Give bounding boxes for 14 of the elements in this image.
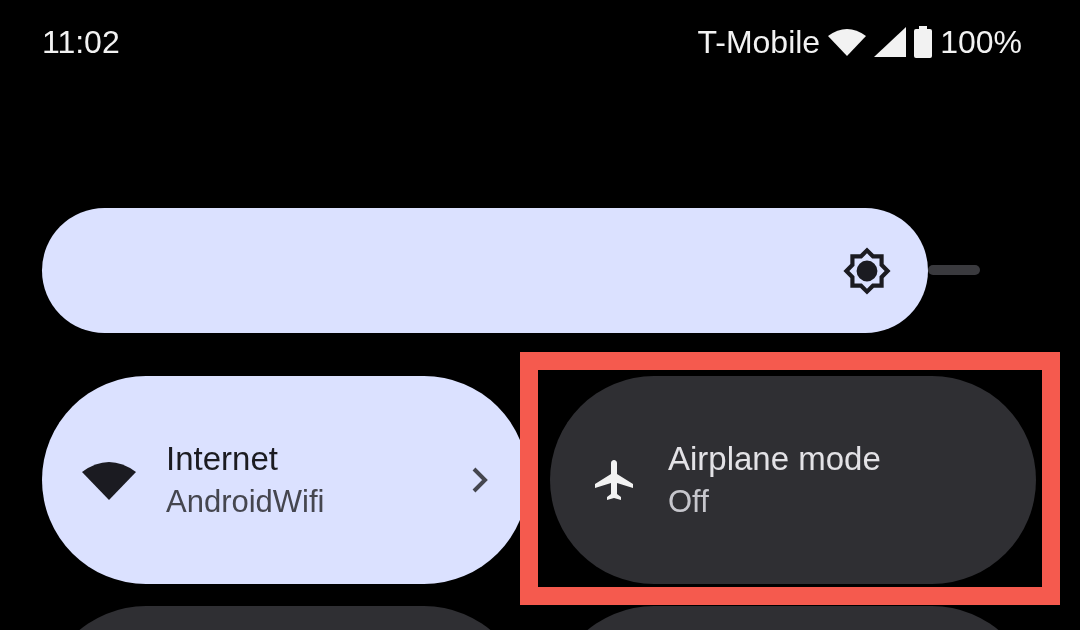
- quick-setting-tile[interactable]: Airplane mode Off: [550, 376, 1036, 584]
- wifi-icon: [828, 28, 867, 56]
- battery-percent: 100%: [940, 23, 1022, 61]
- tile-subtitle: Off: [668, 484, 710, 520]
- tile-title: Internet: [166, 440, 279, 478]
- clock: 11:02: [42, 23, 121, 61]
- tile-subtitle: AndroidWifi: [166, 484, 326, 520]
- brightness-icon: [842, 245, 893, 296]
- tile-title: Airplane mode: [668, 440, 882, 478]
- slider-track: [928, 265, 980, 275]
- wifi-icon: [82, 460, 136, 500]
- signal-icon: [874, 27, 907, 57]
- carrier-name: T-Mobile: [697, 23, 821, 61]
- battery-icon: [914, 26, 933, 58]
